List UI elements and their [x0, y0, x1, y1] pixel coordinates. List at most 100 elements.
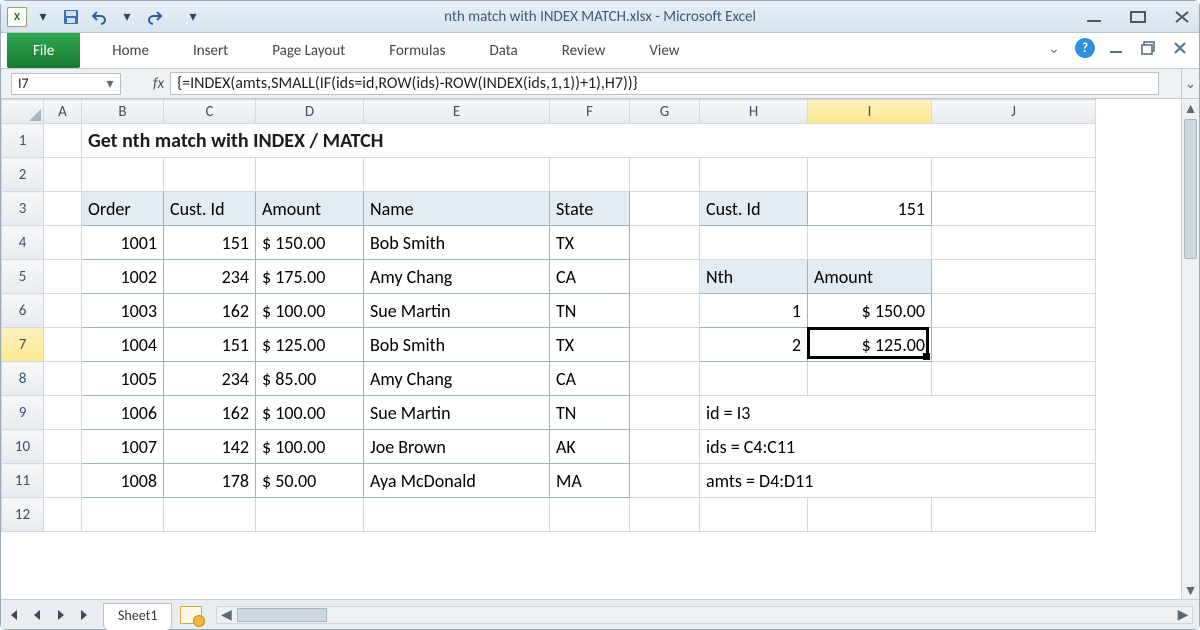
cell[interactable]: Sue Martin: [364, 294, 549, 327]
cell[interactable]: 1005: [82, 362, 163, 395]
cell[interactable]: TX: [550, 226, 629, 259]
select-all-corner[interactable]: [2, 100, 44, 124]
minimize-button[interactable]: [1083, 8, 1105, 26]
cell[interactable]: 1003: [82, 294, 163, 327]
col-header-I[interactable]: I: [808, 100, 932, 124]
save-button[interactable]: [59, 6, 83, 28]
tab-nav-next[interactable]: [50, 604, 72, 626]
tab-formulas[interactable]: Formulas: [367, 33, 467, 68]
qat-customize-dropdown[interactable]: ▾: [181, 6, 205, 28]
row-header-2[interactable]: 2: [2, 158, 44, 192]
lookup-cust-value[interactable]: 151: [808, 192, 931, 225]
row-header-11[interactable]: 11: [2, 464, 44, 498]
cell[interactable]: 151: [164, 226, 255, 259]
active-cell[interactable]: $ 125.00: [808, 328, 931, 361]
col-header-J[interactable]: J: [932, 100, 1096, 124]
cell[interactable]: MA: [550, 464, 629, 497]
row-header-3[interactable]: 3: [2, 192, 44, 226]
formula-bar-expand-icon[interactable]: ⌄: [1181, 69, 1199, 98]
cell[interactable]: 1002: [82, 260, 163, 293]
tab-nav-first[interactable]: [2, 604, 24, 626]
cell[interactable]: $ 85.00: [256, 362, 363, 395]
ribbon-minimize-icon[interactable]: ⌄: [1043, 37, 1065, 59]
undo-dropdown[interactable]: ▾: [115, 6, 139, 28]
cell[interactable]: 1008: [82, 464, 163, 497]
row-header-8[interactable]: 8: [2, 362, 44, 396]
cell[interactable]: Amy Chang: [364, 260, 549, 293]
maximize-button[interactable]: [1127, 8, 1149, 26]
row-header-9[interactable]: 9: [2, 396, 44, 430]
cell[interactable]: $ 100.00: [256, 430, 363, 463]
tab-view[interactable]: View: [627, 33, 701, 68]
cell[interactable]: $ 50.00: [256, 464, 363, 497]
cell[interactable]: $ 100.00: [256, 396, 363, 429]
cell[interactable]: Amy Chang: [364, 362, 549, 395]
row-header-12[interactable]: 12: [2, 498, 44, 532]
undo-button[interactable]: [87, 6, 111, 28]
workbook-minimize-button[interactable]: [1105, 37, 1127, 59]
new-sheet-button[interactable]: [180, 606, 202, 624]
row-header-7[interactable]: 7: [2, 328, 44, 362]
tab-file[interactable]: File: [7, 33, 80, 68]
cell[interactable]: $ 150.00: [808, 294, 931, 327]
cell[interactable]: CA: [550, 260, 629, 293]
col-header-E[interactable]: E: [364, 100, 550, 124]
cell[interactable]: 1006: [82, 396, 163, 429]
cell[interactable]: Bob Smith: [364, 226, 549, 259]
cell[interactable]: 162: [164, 294, 255, 327]
row-header-5[interactable]: 5: [2, 260, 44, 294]
cell[interactable]: Sue Martin: [364, 396, 549, 429]
cell[interactable]: TX: [550, 328, 629, 361]
tab-home[interactable]: Home: [90, 33, 171, 68]
row-header-4[interactable]: 4: [2, 226, 44, 260]
cell[interactable]: 151: [164, 328, 255, 361]
tab-insert[interactable]: Insert: [171, 33, 250, 68]
workbook-close-button[interactable]: [1169, 37, 1191, 59]
redo-button[interactable]: [143, 6, 167, 28]
tab-review[interactable]: Review: [540, 33, 628, 68]
vertical-scrollbar[interactable]: ▲ ▼: [1181, 99, 1199, 599]
cell[interactable]: 1004: [82, 328, 163, 361]
cell[interactable]: 178: [164, 464, 255, 497]
cell[interactable]: CA: [550, 362, 629, 395]
cell[interactable]: 2: [700, 328, 807, 361]
scroll-up-icon[interactable]: ▲: [1182, 99, 1199, 117]
col-header-H[interactable]: H: [700, 100, 808, 124]
cell[interactable]: $ 175.00: [256, 260, 363, 293]
col-header-G[interactable]: G: [630, 100, 700, 124]
close-button[interactable]: [1171, 8, 1193, 26]
tab-nav-prev[interactable]: [26, 604, 48, 626]
vscroll-thumb[interactable]: [1184, 119, 1197, 259]
col-header-F[interactable]: F: [550, 100, 630, 124]
cell[interactable]: AK: [550, 430, 629, 463]
workbook-restore-button[interactable]: [1137, 37, 1159, 59]
formula-input[interactable]: {=INDEX(amts,SMALL(IF(ids=id,ROW(ids)-RO…: [170, 72, 1159, 95]
scroll-left-icon[interactable]: ◀: [217, 607, 235, 623]
help-icon[interactable]: ?: [1075, 38, 1095, 58]
tab-data[interactable]: Data: [467, 33, 539, 68]
cell[interactable]: $ 150.00: [256, 226, 363, 259]
col-header-D[interactable]: D: [256, 100, 364, 124]
cell[interactable]: 162: [164, 396, 255, 429]
cell[interactable]: 234: [164, 260, 255, 293]
tab-nav-last[interactable]: [74, 604, 96, 626]
sheet-tab[interactable]: Sheet1: [103, 603, 172, 630]
cell[interactable]: Bob Smith: [364, 328, 549, 361]
scroll-right-icon[interactable]: ▶: [1174, 607, 1192, 623]
cell[interactable]: 1001: [82, 226, 163, 259]
fx-icon[interactable]: fx: [153, 75, 164, 93]
cancel-formula-icon[interactable]: [131, 73, 149, 95]
cell[interactable]: 234: [164, 362, 255, 395]
control-menu-dropdown[interactable]: ▾: [31, 6, 55, 28]
col-header-A[interactable]: A: [44, 100, 82, 124]
name-box-dropdown-icon[interactable]: ▾: [102, 76, 118, 92]
tab-page-layout[interactable]: Page Layout: [250, 33, 367, 68]
cell[interactable]: $ 100.00: [256, 294, 363, 327]
col-header-B[interactable]: B: [82, 100, 164, 124]
cell[interactable]: TN: [550, 294, 629, 327]
col-header-C[interactable]: C: [164, 100, 256, 124]
cell[interactable]: 142: [164, 430, 255, 463]
worksheet-grid[interactable]: A B C D E F G H I J 1 Get nth match with…: [1, 99, 1181, 599]
name-box[interactable]: I7 ▾: [11, 73, 121, 95]
scroll-down-icon[interactable]: ▼: [1182, 581, 1199, 599]
